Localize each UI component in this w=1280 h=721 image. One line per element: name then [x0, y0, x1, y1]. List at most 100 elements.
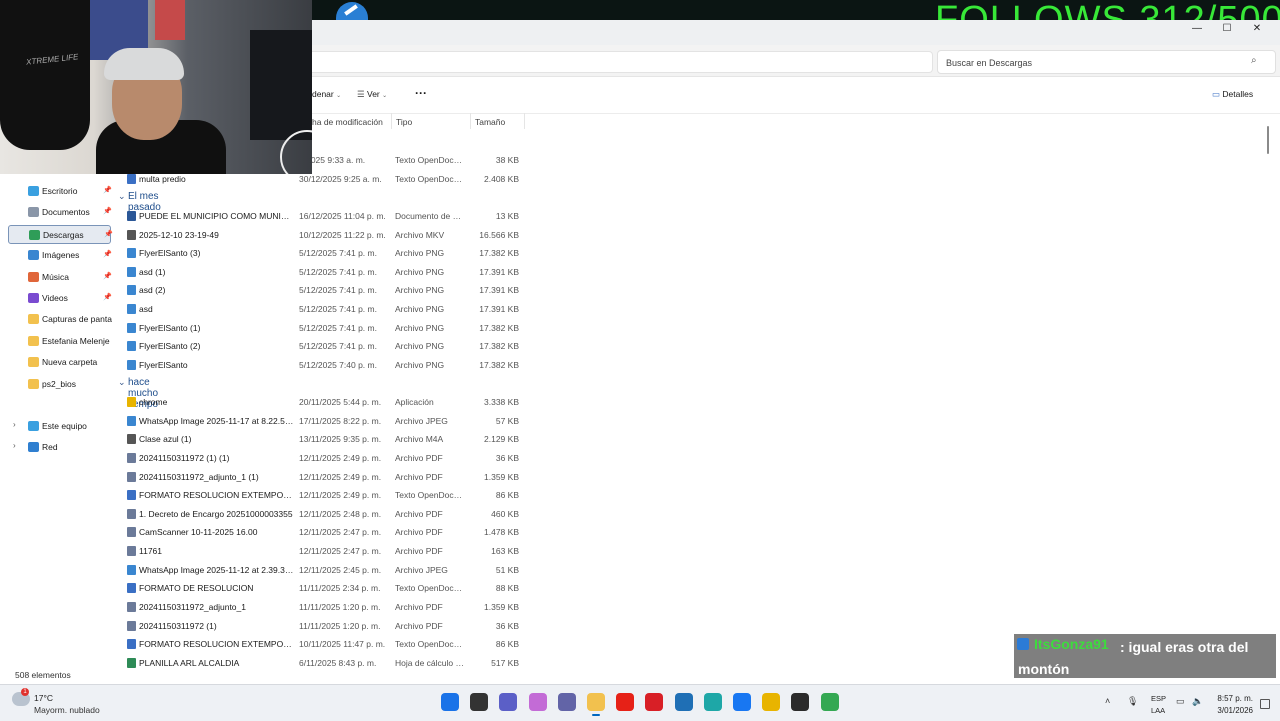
- chevron-up-icon[interactable]: ˄: [1105, 696, 1110, 706]
- input-layout[interactable]: LAA: [1151, 706, 1165, 715]
- column-divider[interactable]: [470, 113, 471, 129]
- file-row[interactable]: FORMATO DE RESOLUCION 11/11/2025 2:34 p. …: [120, 579, 530, 597]
- notification-icon[interactable]: [1260, 699, 1270, 709]
- sidebar-item-7[interactable]: Estefania Melenje M: [8, 332, 112, 351]
- file-type: Texto OpenDocu...: [395, 490, 465, 501]
- pin-icon[interactable]: 📌: [103, 207, 112, 215]
- file-type: Archivo MKV: [395, 229, 445, 240]
- scrollbar[interactable]: [1266, 118, 1270, 678]
- facebook-icon[interactable]: [733, 693, 751, 711]
- column-divider[interactable]: [391, 113, 392, 129]
- file-row[interactable]: 2025-12-10 23-19-49 10/12/2025 11:22 p. m…: [120, 226, 530, 244]
- details-pane-button[interactable]: ▭ Detalles: [1212, 89, 1253, 100]
- sidebar-item-label: ps2_bios: [42, 378, 77, 389]
- file-row[interactable]: 20241150311972_adjunto_1 11/11/2025 1:20 …: [120, 598, 530, 616]
- sidebar-item-0[interactable]: Escritorio 📌: [8, 182, 112, 201]
- file-row[interactable]: WhatsApp Image 2025-11-17 at 8.22.57 PM 1…: [120, 412, 530, 430]
- meet-icon[interactable]: [499, 693, 518, 711]
- network-status-icon[interactable]: ▭: [1176, 696, 1185, 707]
- file-row[interactable]: 20241150311972 (1) (1) 12/11/2025 2:49 p.…: [120, 449, 530, 467]
- clock-time[interactable]: 8:57 p. m.: [1215, 694, 1253, 703]
- address-input[interactable]: [312, 51, 933, 73]
- scrollbar-thumb[interactable]: [1267, 126, 1269, 154]
- file-row[interactable]: FlyerElSanto (3) 5/12/2025 7:41 p. m. Arch…: [120, 244, 530, 262]
- store-icon[interactable]: [674, 693, 693, 711]
- chevron-right-icon[interactable]: ›: [13, 420, 16, 429]
- file-row[interactable]: Clase azul (1) 13/11/2025 9:35 p. m. Archi…: [120, 430, 530, 448]
- minimize-button[interactable]: —: [1182, 20, 1212, 45]
- column-divider[interactable]: [524, 113, 525, 129]
- file-row[interactable]: CamScanner 10-11-2025 16.00 12/11/2025 2:…: [120, 523, 530, 541]
- file-explorer-icon[interactable]: [587, 693, 605, 716]
- file-date: 12/11/2025 2:49 p. m.: [299, 490, 382, 501]
- start-icon[interactable]: [441, 693, 459, 711]
- chrome-profile-icon[interactable]: [820, 693, 839, 711]
- search-input[interactable]: [946, 56, 1246, 70]
- copilot-icon[interactable]: [528, 693, 547, 711]
- pin-icon[interactable]: 📌: [103, 272, 112, 280]
- file-row[interactable]: asd 5/12/2025 7:41 p. m. Archivo PNG 17.391…: [120, 300, 530, 318]
- chevron-right-icon[interactable]: ›: [13, 441, 16, 450]
- task-view-icon[interactable]: [470, 693, 489, 711]
- chevron-down-icon[interactable]: ⌄: [118, 377, 126, 388]
- column-header-size[interactable]: Tamaño: [475, 117, 505, 127]
- close-button[interactable]: ✕: [1242, 20, 1272, 45]
- weather-description[interactable]: Mayorm. nublado: [34, 705, 100, 715]
- sidebar-item-1[interactable]: Documentos 📌: [8, 203, 112, 222]
- obs-icon[interactable]: [791, 693, 810, 711]
- pin-icon[interactable]: 📌: [103, 250, 112, 258]
- pin-icon[interactable]: 📌: [103, 186, 112, 194]
- sidebar-item-4[interactable]: Música 📌: [8, 268, 112, 287]
- edge-icon[interactable]: [703, 693, 722, 711]
- view-button[interactable]: ☰ Ver ⌄: [357, 89, 387, 100]
- clock-date[interactable]: 3/01/2026: [1213, 706, 1253, 715]
- file-row[interactable]: WhatsApp Image 2025-11-12 at 2.39.35 PM 1…: [120, 561, 530, 579]
- input-language[interactable]: ESP: [1151, 694, 1166, 703]
- file-row[interactable]: 11761 12/11/2025 2:47 p. m. Archivo PDF 163…: [120, 542, 530, 560]
- sidebar-item-3[interactable]: Imágenes 📌: [8, 246, 112, 265]
- sidebar-item-8[interactable]: Nueva carpeta: [8, 353, 111, 372]
- address-bar-row: ⌕: [312, 45, 1280, 77]
- file-row[interactable]: 20241150311972 (1) 11/11/2025 1:20 p. m. A…: [120, 617, 530, 635]
- file-row[interactable]: PLANILLA ARL ALCALDIA 6/11/2025 8:43 p. m…: [120, 654, 530, 672]
- sidebar-item-2[interactable]: Descargas 📌: [8, 224, 113, 244]
- file-row[interactable]: 1. Decreto de Encargo 20251000003355 12/1…: [120, 505, 530, 523]
- sidebar-item-network[interactable]: › Red: [8, 438, 111, 457]
- search-box[interactable]: ⌕: [937, 50, 1276, 74]
- more-options-button[interactable]: ···: [415, 86, 427, 100]
- chrome-icon[interactable]: [762, 693, 781, 711]
- file-row[interactable]: FlyerElSanto (2) 5/12/2025 7:41 p. m. Arch…: [120, 337, 530, 355]
- file-row[interactable]: PUEDE EL MUNICIPIO COMO MUNICIPI... 16/12…: [120, 207, 530, 225]
- volume-icon[interactable]: 🔈: [1192, 696, 1203, 707]
- file-row[interactable]: FORMATO RESOLUCION EXTEMPORANEI... 10/11/…: [120, 635, 530, 653]
- file-row[interactable]: FlyerElSanto (1) 5/12/2025 7:41 p. m. Arch…: [120, 319, 530, 337]
- file-row[interactable]: asd (1) 5/12/2025 7:41 p. m. Archivo PNG 17…: [120, 263, 530, 281]
- column-header-date[interactable]: ha de modificación: [312, 117, 383, 127]
- column-header-type[interactable]: Tipo: [396, 117, 412, 127]
- teams-icon[interactable]: [557, 693, 576, 711]
- file-row[interactable]: 20241150311972_adjunto_1 (1) 12/11/2025 2…: [120, 468, 530, 486]
- search-icon[interactable]: ⌕: [1251, 55, 1257, 66]
- sidebar-item-6[interactable]: Capturas de pantalla: [8, 310, 112, 329]
- monitor-silhouette: [250, 30, 312, 140]
- pin-icon[interactable]: 📌: [104, 230, 113, 238]
- opera-icon[interactable]: [645, 693, 664, 711]
- sidebar-item-this-pc[interactable]: › Este equipo: [8, 417, 111, 436]
- sidebar-item-5[interactable]: Videos 📌: [8, 289, 112, 308]
- file-row[interactable]: FlyerElSanto 5/12/2025 7:40 p. m. Archivo …: [120, 356, 530, 374]
- file-date: 5/12/2025 7:41 p. m.: [299, 341, 377, 352]
- file-row[interactable]: asd (2) 5/12/2025 7:41 p. m. Archivo PNG 17…: [120, 281, 530, 299]
- file-row[interactable]: chrome 20/11/2025 5:44 p. m. Aplicación 3.3…: [120, 393, 530, 411]
- maximize-button[interactable]: ☐: [1212, 20, 1242, 45]
- file-size: 13 KB: [495, 210, 519, 221]
- microphone-icon[interactable]: 🎙: [1127, 696, 1138, 707]
- file-date: 5/12/2025 7:40 p. m.: [299, 359, 377, 370]
- weather-temperature[interactable]: 17°C: [34, 693, 53, 703]
- sort-button[interactable]: denar ⌄: [312, 89, 341, 99]
- youtube-icon[interactable]: [616, 693, 635, 711]
- computer-icon: [28, 421, 39, 431]
- pin-icon[interactable]: 📌: [103, 293, 112, 301]
- chevron-down-icon[interactable]: ⌄: [118, 191, 126, 202]
- file-row[interactable]: FORMATO RESOLUCION EXTEMPORANEI... 12/11/…: [120, 486, 530, 504]
- sidebar-item-9[interactable]: ps2_bios: [8, 375, 111, 394]
